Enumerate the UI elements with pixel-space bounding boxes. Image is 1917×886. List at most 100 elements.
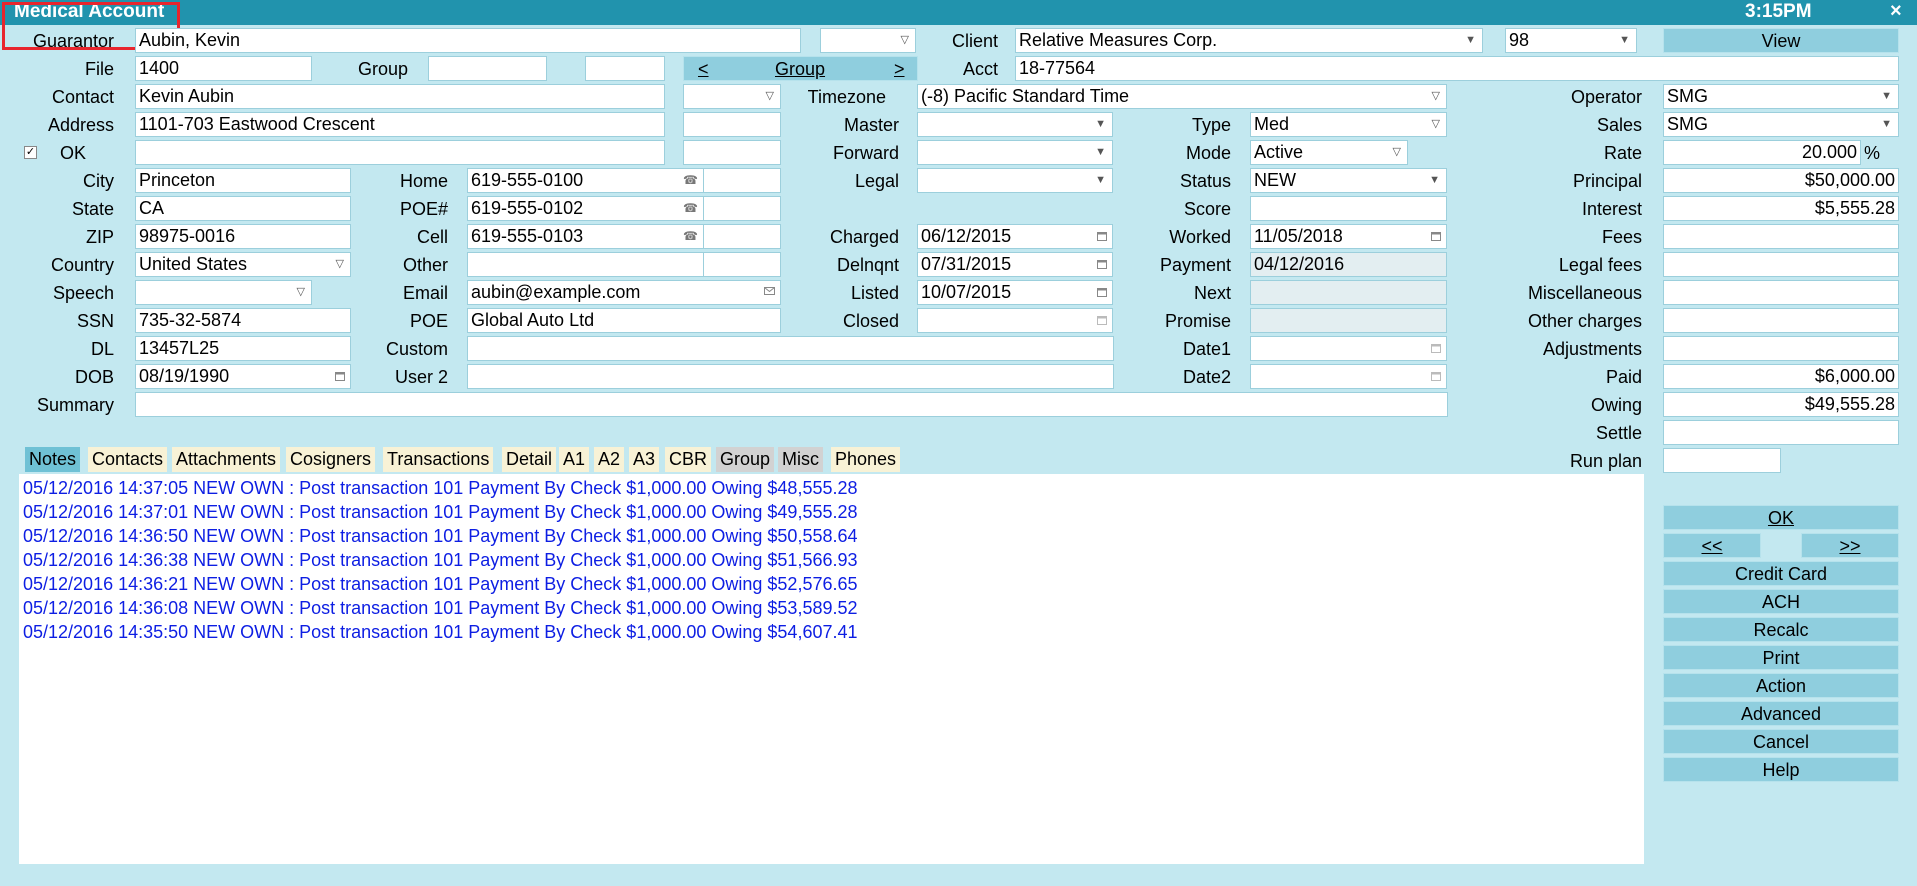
tab-attachments[interactable]: Attachments xyxy=(172,447,281,472)
tab-misc[interactable]: Misc xyxy=(778,447,823,472)
group-next-button[interactable]: > xyxy=(894,57,905,82)
poe-phone-field[interactable]: 619-555-0102 ☎ xyxy=(467,196,704,221)
cancel-button[interactable]: Cancel xyxy=(1663,729,1899,754)
poe-ext-field[interactable] xyxy=(703,196,781,221)
user2-field[interactable] xyxy=(467,364,1114,389)
group-field-2[interactable] xyxy=(585,56,665,81)
client-code-field[interactable]: 98 ▼ xyxy=(1505,28,1637,53)
paid-field[interactable]: $6,000.00 xyxy=(1663,364,1899,389)
other-phone-field[interactable] xyxy=(467,252,704,277)
city-field[interactable]: Princeton xyxy=(135,168,351,193)
sales-field[interactable]: SMG ▼ xyxy=(1663,112,1899,137)
notes-list[interactable]: 05/12/2016 14:37:05 NEW OWN : Post trans… xyxy=(19,474,1644,864)
summary-field[interactable] xyxy=(135,392,1448,417)
action-button[interactable]: Action xyxy=(1663,673,1899,698)
phone-icon[interactable]: ☎ xyxy=(683,225,698,248)
country-field[interactable]: United States ▽ xyxy=(135,252,351,277)
adjustments-field[interactable] xyxy=(1663,336,1899,361)
tab-a2[interactable]: A2 xyxy=(594,447,625,472)
score-field[interactable] xyxy=(1250,196,1447,221)
tab-group[interactable]: Group xyxy=(716,447,775,472)
note-item[interactable]: 05/12/2016 14:35:50 NEW OWN : Post trans… xyxy=(23,620,1640,644)
print-button[interactable]: Print xyxy=(1663,645,1899,670)
file-field[interactable]: 1400 xyxy=(135,56,312,81)
ssn-field[interactable]: 735-32-5874 xyxy=(135,308,351,333)
calendar-icon[interactable] xyxy=(1431,225,1441,241)
other-charges-field[interactable] xyxy=(1663,308,1899,333)
note-item[interactable]: 05/12/2016 14:36:38 NEW OWN : Post trans… xyxy=(23,548,1640,572)
note-item[interactable]: 05/12/2016 14:36:50 NEW OWN : Post trans… xyxy=(23,524,1640,548)
note-item[interactable]: 05/12/2016 14:37:01 NEW OWN : Post trans… xyxy=(23,500,1640,524)
phone-icon[interactable]: ☎ xyxy=(683,197,698,220)
principal-field[interactable]: $50,000.00 xyxy=(1663,168,1899,193)
calendar-icon[interactable] xyxy=(1097,253,1107,269)
dob-field[interactable]: 08/19/1990 xyxy=(135,364,351,389)
guarantor-field[interactable]: Aubin, Kevin xyxy=(135,28,801,53)
zip-field[interactable]: 98975-0016 xyxy=(135,224,351,249)
poe-field[interactable]: Global Auto Ltd xyxy=(467,308,781,333)
address-field[interactable]: 1101-703 Eastwood Crescent xyxy=(135,112,665,137)
prev-record-button[interactable]: << xyxy=(1663,533,1761,558)
guarantor-dropdown[interactable]: ▽ xyxy=(820,28,916,53)
home-phone-field[interactable]: 619-555-0100 ☎ xyxy=(467,168,704,193)
fees-field[interactable] xyxy=(1663,224,1899,249)
tab-cosigners[interactable]: Cosigners xyxy=(286,447,376,472)
view-button[interactable]: View xyxy=(1663,28,1899,53)
mode-field[interactable]: Active ▽ xyxy=(1250,140,1408,165)
date2-field[interactable] xyxy=(1250,364,1447,389)
tab-a3[interactable]: A3 xyxy=(629,447,660,472)
next-record-button[interactable]: >> xyxy=(1801,533,1899,558)
note-item[interactable]: 05/12/2016 14:37:05 NEW OWN : Post trans… xyxy=(23,476,1640,500)
note-item[interactable]: 05/12/2016 14:36:21 NEW OWN : Post trans… xyxy=(23,572,1640,596)
tab-notes[interactable]: Notes xyxy=(25,447,81,472)
acct-field[interactable]: 18-77564 xyxy=(1015,56,1899,81)
calendar-icon[interactable] xyxy=(1097,309,1107,325)
type-field[interactable]: Med ▽ xyxy=(1250,112,1447,137)
charged-field[interactable]: 06/12/2015 xyxy=(917,224,1113,249)
advanced-button[interactable]: Advanced xyxy=(1663,701,1899,726)
calendar-icon[interactable] xyxy=(1431,337,1441,353)
forward-field[interactable]: ▼ xyxy=(917,140,1113,165)
ok-button[interactable]: OK xyxy=(1663,505,1899,530)
tab-phones[interactable]: Phones xyxy=(831,447,901,472)
run-plan-field[interactable] xyxy=(1663,448,1781,473)
state-field[interactable]: CA xyxy=(135,196,351,221)
tab-cbr[interactable]: CBR xyxy=(665,447,712,472)
client-field[interactable]: Relative Measures Corp. ▼ xyxy=(1015,28,1483,53)
credit-card-button[interactable]: Credit Card xyxy=(1663,561,1899,586)
listed-field[interactable]: 10/07/2015 xyxy=(917,280,1113,305)
calendar-icon[interactable] xyxy=(335,365,345,381)
settle-field[interactable] xyxy=(1663,420,1899,445)
delnqnt-field[interactable]: 07/31/2015 xyxy=(917,252,1113,277)
ok-field[interactable] xyxy=(135,140,665,165)
help-button[interactable]: Help xyxy=(1663,757,1899,782)
closed-field[interactable] xyxy=(917,308,1113,333)
group-nav-label[interactable]: Group xyxy=(775,57,825,82)
owing-field[interactable]: $49,555.28 xyxy=(1663,392,1899,417)
misc-field[interactable] xyxy=(1663,280,1899,305)
calendar-icon[interactable] xyxy=(1431,365,1441,381)
legal-fees-field[interactable] xyxy=(1663,252,1899,277)
tab-transactions[interactable]: Transactions xyxy=(383,447,494,472)
speech-field[interactable]: ▽ xyxy=(135,280,312,305)
phone-icon[interactable]: ☎ xyxy=(683,169,698,192)
calendar-icon[interactable] xyxy=(1097,225,1107,241)
cell-phone-field[interactable]: 619-555-0103 ☎ xyxy=(467,224,704,249)
worked-field[interactable]: 11/05/2018 xyxy=(1250,224,1447,249)
note-item[interactable]: 05/12/2016 14:36:08 NEW OWN : Post trans… xyxy=(23,596,1640,620)
ach-button[interactable]: ACH xyxy=(1663,589,1899,614)
tab-detail[interactable]: Detail xyxy=(502,447,557,472)
status-field[interactable]: NEW ▼ xyxy=(1250,168,1447,193)
interest-field[interactable]: $5,555.28 xyxy=(1663,196,1899,221)
ok-checkbox[interactable]: ✓ xyxy=(24,146,37,159)
close-icon[interactable]: × xyxy=(1890,0,1902,23)
group-field[interactable] xyxy=(428,56,547,81)
contact-field[interactable]: Kevin Aubin xyxy=(135,84,665,109)
operator-field[interactable]: SMG ▼ xyxy=(1663,84,1899,109)
timezone-field[interactable]: (-8) Pacific Standard Time ▽ xyxy=(917,84,1447,109)
rate-field[interactable]: 20.000 xyxy=(1663,140,1861,165)
date1-field[interactable] xyxy=(1250,336,1447,361)
calendar-icon[interactable] xyxy=(1097,281,1107,297)
email-field[interactable]: aubin@example.com xyxy=(467,280,781,305)
tab-a1[interactable]: A1 xyxy=(559,447,590,472)
